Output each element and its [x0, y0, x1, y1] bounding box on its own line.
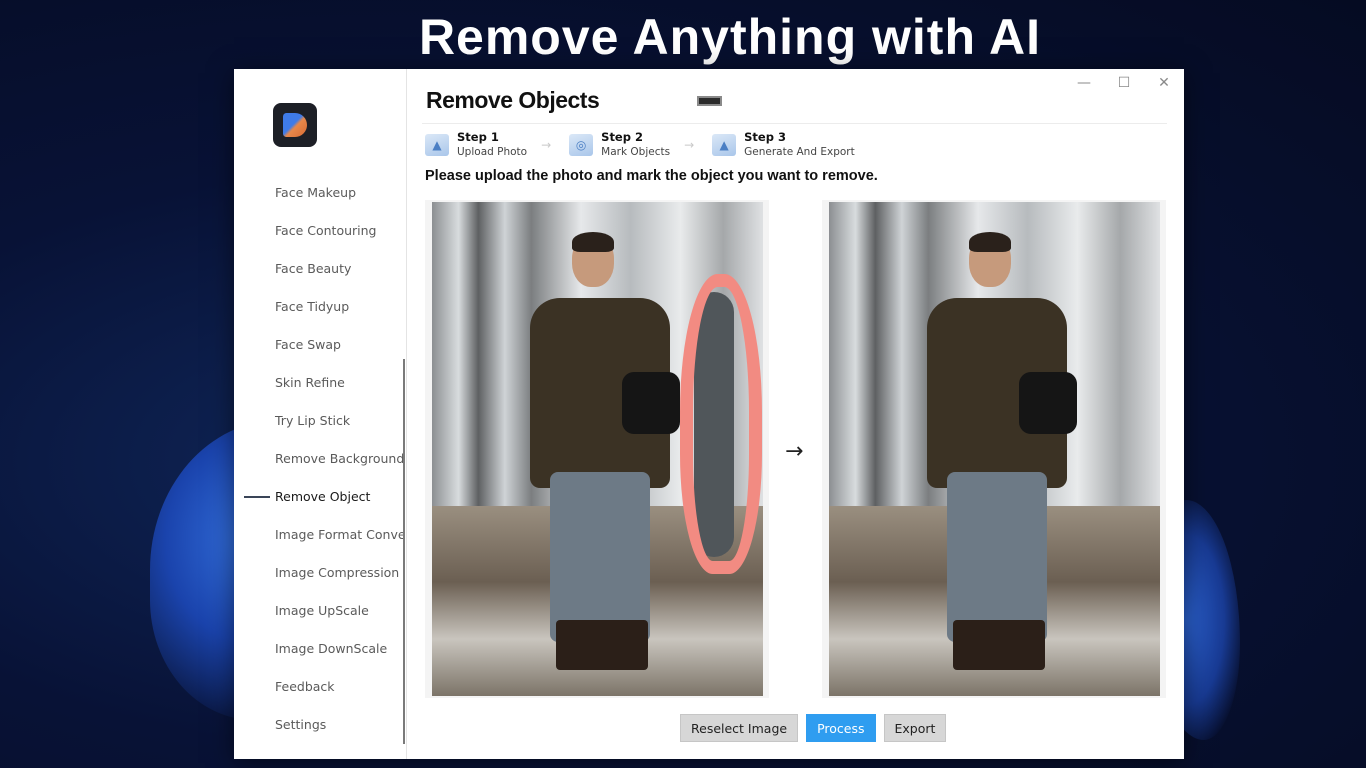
sidebar-item-face-makeup[interactable]: Face Makeup — [234, 174, 407, 212]
sidebar-item-settings[interactable]: Settings — [234, 706, 407, 744]
sidebar-item-label: Feedback — [275, 679, 335, 694]
person-bag — [622, 372, 680, 434]
process-button[interactable]: Process — [806, 714, 876, 742]
person-legs — [550, 472, 650, 642]
step-description: Upload Photo — [457, 146, 528, 158]
step-generate: ▲ Step 3 Generate And Export — [712, 130, 855, 159]
person-legs — [947, 472, 1047, 642]
sidebar-item-label: Face Makeup — [275, 185, 357, 200]
app-logo-mark — [283, 113, 307, 137]
sidebar-item-image-format-conve[interactable]: Image Format Conve — [234, 516, 407, 554]
sidebar-item-label: Face Beauty — [275, 261, 352, 276]
person-feet — [953, 620, 1045, 670]
sidebar-item-try-lip-stick[interactable]: Try Lip Stick — [234, 402, 407, 440]
action-bar: Reselect Image Process Export — [680, 714, 947, 742]
generate-export-icon: ▲ — [712, 133, 737, 156]
sidebar-item-label: Image Format Conve — [275, 527, 406, 542]
sidebar-item-label: Try Lip Stick — [275, 413, 351, 428]
sidebar-item-face-tidyup[interactable]: Face Tidyup — [234, 288, 407, 326]
instruction-text: Please upload the photo and mark the obj… — [425, 168, 878, 184]
sidebar-item-remove-object[interactable]: Remove Object — [234, 478, 407, 516]
app-window: Face Makeup Face Contouring Face Beauty Fac… — [234, 69, 1184, 759]
step-number: Step 3 — [744, 130, 786, 144]
result-photo — [829, 202, 1160, 696]
sidebar-item-face-swap[interactable]: Face Swap — [234, 326, 407, 364]
step-description: Generate And Export — [744, 146, 855, 158]
sidebar-item-skin-refine[interactable]: Skin Refine — [234, 364, 407, 402]
sidebar-item-image-upscale[interactable]: Image UpScale — [234, 592, 407, 630]
sidebar-item-remove-background[interactable]: Remove Background — [234, 440, 407, 478]
mark-objects-icon: ◎ — [569, 133, 594, 156]
steps-bar: ▲ Step 1 Upload Photo → ◎ Step 2 Mark Ob… — [425, 130, 855, 159]
sidebar-item-label: Face Tidyup — [275, 299, 350, 314]
sidebar-item-label: Skin Refine — [275, 375, 345, 390]
active-indicator — [244, 496, 270, 498]
sidebar-scrollbar[interactable] — [403, 359, 405, 744]
sidebar-item-label: Remove Background — [275, 451, 405, 466]
divider — [422, 123, 1167, 124]
source-photo[interactable] — [432, 202, 763, 696]
step-number: Step 2 — [601, 130, 643, 144]
reselect-image-button[interactable]: Reselect Image — [680, 714, 799, 742]
step-number: Step 1 — [457, 130, 499, 144]
step-arrow-icon: → — [684, 137, 695, 152]
person-hair — [572, 232, 614, 252]
step-upload: ▲ Step 1 Upload Photo — [425, 130, 527, 159]
app-logo — [273, 103, 317, 147]
sidebar-item-label: Image Compression — [275, 565, 400, 580]
title-marker-icon — [697, 96, 722, 106]
upload-photo-icon: ▲ — [425, 133, 449, 156]
arrow-right-icon: → — [785, 439, 804, 464]
person-feet — [556, 620, 648, 670]
sidebar-item-label: Image UpScale — [275, 603, 369, 618]
person-bag — [1019, 372, 1077, 434]
page-title: Remove Objects — [426, 87, 600, 113]
promo-banner-title: Remove Anything with AI — [418, 9, 1042, 65]
sidebar-item-label: Face Swap — [275, 337, 341, 352]
person-hair — [969, 232, 1011, 252]
step-mark: ◎ Step 2 Mark Objects — [569, 130, 670, 159]
step-arrow-icon: → — [541, 137, 552, 152]
sidebar-item-image-downscale[interactable]: Image DownScale — [234, 630, 407, 668]
source-image-panel[interactable] — [425, 200, 769, 698]
sidebar-item-label: Face Contouring — [275, 223, 377, 238]
step-description: Mark Objects — [601, 146, 671, 158]
sidebar-item-label: Settings — [275, 717, 327, 732]
object-mask-stroke[interactable] — [680, 274, 762, 574]
sidebar-item-image-compression[interactable]: Image Compression — [234, 554, 407, 592]
sidebar-item-face-beauty[interactable]: Face Beauty — [234, 250, 407, 288]
main-content: Remove Objects ▲ Step 1 Upload Photo → ◎… — [407, 69, 1184, 759]
sidebar-item-face-contouring[interactable]: Face Contouring — [234, 212, 407, 250]
sidebar: Face Makeup Face Contouring Face Beauty Fac… — [234, 69, 407, 759]
sidebar-nav: Face Makeup Face Contouring Face Beauty Fac… — [234, 174, 407, 744]
result-image-panel — [822, 200, 1166, 698]
sidebar-item-feedback[interactable]: Feedback — [234, 668, 407, 706]
export-button[interactable]: Export — [883, 714, 947, 742]
sidebar-item-label: Image DownScale — [275, 641, 388, 656]
sidebar-item-label: Remove Object — [275, 489, 371, 504]
